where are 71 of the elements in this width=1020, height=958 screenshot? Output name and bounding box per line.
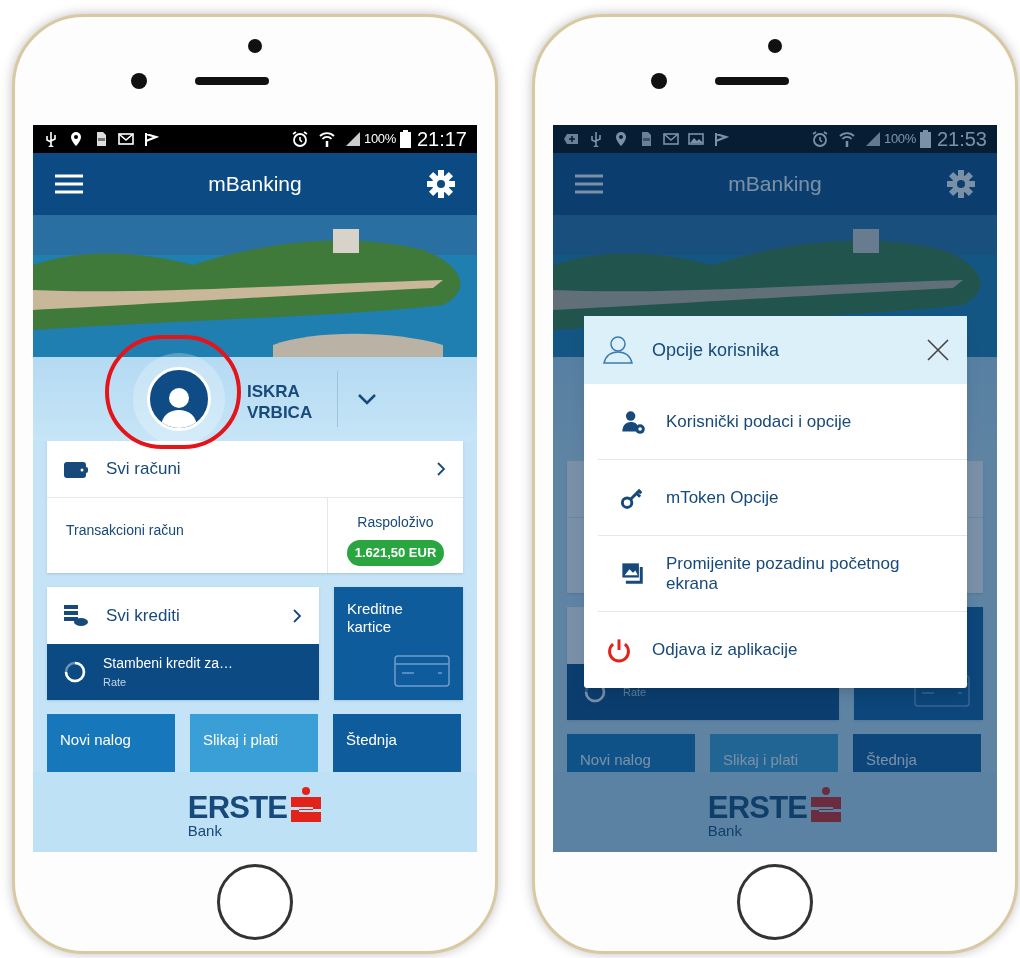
loan-row[interactable]: Stambeni kredit za… Rate xyxy=(47,644,319,700)
clock-time: 21:17 xyxy=(416,127,467,152)
location-pin-icon xyxy=(68,131,84,147)
logo-wordmark: ERSTE xyxy=(187,792,288,823)
app-title: mBanking xyxy=(728,171,822,198)
front-camera xyxy=(131,73,147,89)
credits-title[interactable]: Svi krediti xyxy=(106,602,274,629)
mail-icon xyxy=(118,131,134,147)
user-avatar[interactable] xyxy=(147,367,211,431)
logo-wordmark: ERSTE xyxy=(707,792,808,823)
wifi-icon xyxy=(838,130,856,148)
available-label: Raspoloživo xyxy=(357,513,434,532)
alarm-clock-icon xyxy=(291,130,309,148)
menu-item[interactable]: Promijenite pozadinu početnog ekrana xyxy=(598,536,967,612)
wallet-icon xyxy=(64,460,88,478)
loan-name: Stambeni kredit za… xyxy=(103,654,233,674)
account-name[interactable]: Transakcioni račun xyxy=(66,522,184,538)
usb-icon xyxy=(588,131,604,147)
mail-icon xyxy=(663,131,679,147)
action-tile[interactable]: Štednja xyxy=(333,714,461,772)
bank-logo-icon xyxy=(290,786,323,823)
battery-icon xyxy=(919,130,931,148)
battery-icon xyxy=(399,130,411,148)
camera-lens xyxy=(768,39,782,53)
user-gear-icon xyxy=(620,408,646,435)
clock-time: 21:53 xyxy=(936,127,987,152)
bank-logo-icon xyxy=(810,786,843,823)
battery-percentage: 100% xyxy=(884,130,916,149)
signal-icon xyxy=(345,131,361,147)
chevron-right-icon xyxy=(292,607,302,624)
user-name: VRBICA xyxy=(247,402,313,423)
flag-icon xyxy=(713,131,729,147)
coin-stack-icon xyxy=(64,604,88,627)
logo-subtitle: Bank xyxy=(187,822,223,838)
location-pin-icon xyxy=(613,131,629,147)
menu-item[interactable]: Korisnički podaci i opcije xyxy=(598,384,967,460)
tile-label: Štednja xyxy=(866,751,917,768)
alarm-clock-icon xyxy=(811,130,829,148)
front-camera xyxy=(651,73,667,89)
logo-subtitle: Bank xyxy=(707,822,743,838)
accounts-title[interactable]: Svi računi xyxy=(106,456,418,482)
menu-icon[interactable] xyxy=(55,174,83,194)
signal-icon xyxy=(865,131,881,147)
app-title: mBanking xyxy=(208,171,302,198)
tile-label: Kreditne kartice xyxy=(347,600,404,636)
wifi-icon xyxy=(318,130,336,148)
chevron-down-icon[interactable] xyxy=(357,393,377,405)
credit-cards-tile[interactable]: Kreditne kartice xyxy=(334,587,463,700)
pictures-icon xyxy=(620,560,646,587)
balance-pill: 1.621,50 EUR xyxy=(346,540,445,566)
tile-label: Novi nalog xyxy=(580,751,651,768)
tile-label: Novi nalog xyxy=(60,731,131,748)
close-icon[interactable] xyxy=(927,339,949,361)
progress-ring-icon xyxy=(64,661,86,683)
usb-icon xyxy=(43,131,59,147)
battery-percentage: 100% xyxy=(364,130,396,149)
loan-subtitle: Rate xyxy=(103,675,128,691)
settings-icon[interactable] xyxy=(427,170,455,198)
tile-label: Slikaj i plati xyxy=(723,751,799,768)
menu-item[interactable]: mToken Opcije xyxy=(598,460,967,536)
camera-lens xyxy=(248,39,262,53)
user-name: ISKRA xyxy=(247,381,301,402)
flag-icon xyxy=(143,131,159,147)
chevron-right-icon xyxy=(436,461,446,477)
tile-label: Štednja xyxy=(346,731,397,748)
credit-card-icon xyxy=(394,655,450,687)
action-tile[interactable]: Novi nalog xyxy=(47,714,175,772)
user-outline-icon xyxy=(602,335,634,365)
power-icon xyxy=(606,637,632,663)
tile-label: Slikaj i plati xyxy=(203,731,279,748)
dialog-title: Opcije korisnika xyxy=(652,338,781,362)
